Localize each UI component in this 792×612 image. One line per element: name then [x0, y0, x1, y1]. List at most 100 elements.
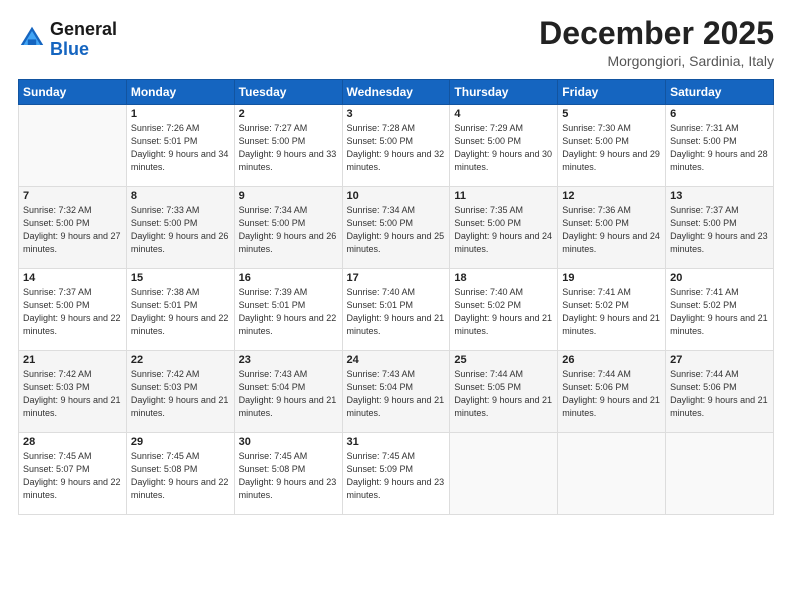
day-info: Sunrise: 7:45 AMSunset: 5:07 PMDaylight:… — [23, 450, 122, 502]
calendar-day-cell: 10 Sunrise: 7:34 AMSunset: 5:00 PMDayligh… — [342, 187, 450, 269]
calendar-day-cell: 17 Sunrise: 7:40 AMSunset: 5:01 PMDayligh… — [342, 269, 450, 351]
day-info: Sunrise: 7:27 AMSunset: 5:00 PMDaylight:… — [239, 122, 338, 174]
calendar-day-cell: 13 Sunrise: 7:37 AMSunset: 5:00 PMDayligh… — [666, 187, 774, 269]
calendar-day-cell — [666, 433, 774, 515]
day-info: Sunrise: 7:31 AMSunset: 5:00 PMDaylight:… — [670, 122, 769, 174]
calendar-day-cell: 22Sunrise: 7:42 AMSunset: 5:03 PMDayligh… — [126, 351, 234, 433]
day-info: Sunrise: 7:43 AMSunset: 5:04 PMDaylight:… — [347, 368, 446, 420]
calendar-day-cell: 9 Sunrise: 7:34 AMSunset: 5:00 PMDaylight… — [234, 187, 342, 269]
day-info: Sunrise: 7:30 AMSunset: 5:00 PMDaylight:… — [562, 122, 661, 174]
calendar-day-cell: 16 Sunrise: 7:39 AMSunset: 5:01 PMDayligh… — [234, 269, 342, 351]
day-info: Sunrise: 7:34 AMSunset: 5:00 PMDaylight:… — [347, 204, 446, 256]
page-container: General Blue December 2025 Morgongiori, … — [0, 0, 792, 612]
calendar-week-row: 7 Sunrise: 7:32 AMSunset: 5:00 PMDaylight… — [19, 187, 774, 269]
day-info: Sunrise: 7:40 AMSunset: 5:01 PMDaylight:… — [347, 286, 446, 338]
day-number: 8 — [131, 190, 230, 202]
logo-icon — [18, 24, 46, 52]
calendar-day-cell: 5 Sunrise: 7:30 AMSunset: 5:00 PMDaylight… — [558, 105, 666, 187]
calendar-day-cell: 15Sunrise: 7:38 AMSunset: 5:01 PMDayligh… — [126, 269, 234, 351]
day-number: 10 — [347, 190, 446, 202]
calendar-day-cell: 2 Sunrise: 7:27 AMSunset: 5:00 PMDaylight… — [234, 105, 342, 187]
day-info: Sunrise: 7:45 AMSunset: 5:08 PMDaylight:… — [131, 450, 230, 502]
title-block: December 2025 Morgongiori, Sardinia, Ita… — [539, 16, 774, 69]
day-number: 18 — [454, 272, 553, 284]
calendar-day-cell: 26Sunrise: 7:44 AMSunset: 5:06 PMDayligh… — [558, 351, 666, 433]
month-title: December 2025 — [539, 16, 774, 51]
logo: General Blue — [18, 20, 117, 60]
day-info: Sunrise: 7:29 AMSunset: 5:00 PMDaylight:… — [454, 122, 553, 174]
day-info: Sunrise: 7:32 AMSunset: 5:00 PMDaylight:… — [23, 204, 122, 256]
day-number: 19 — [562, 272, 661, 284]
day-info: Sunrise: 7:33 AMSunset: 5:00 PMDaylight:… — [131, 204, 230, 256]
day-number: 17 — [347, 272, 446, 284]
day-number: 29 — [131, 436, 230, 448]
day-info: Sunrise: 7:41 AMSunset: 5:02 PMDaylight:… — [670, 286, 769, 338]
day-number: 27 — [670, 354, 769, 366]
day-info: Sunrise: 7:44 AMSunset: 5:06 PMDaylight:… — [562, 368, 661, 420]
calendar-day-cell: 1Sunrise: 7:26 AMSunset: 5:01 PMDaylight… — [126, 105, 234, 187]
day-number: 2 — [239, 108, 338, 120]
calendar-day-cell: 3 Sunrise: 7:28 AMSunset: 5:00 PMDaylight… — [342, 105, 450, 187]
calendar-day-cell: 21Sunrise: 7:42 AMSunset: 5:03 PMDayligh… — [19, 351, 127, 433]
day-info: Sunrise: 7:44 AMSunset: 5:06 PMDaylight:… — [670, 368, 769, 420]
day-info: Sunrise: 7:34 AMSunset: 5:00 PMDaylight:… — [239, 204, 338, 256]
calendar-header-tuesday: Tuesday — [234, 80, 342, 105]
calendar-week-row: 1Sunrise: 7:26 AMSunset: 5:01 PMDaylight… — [19, 105, 774, 187]
day-number: 9 — [239, 190, 338, 202]
day-number: 6 — [670, 108, 769, 120]
day-info: Sunrise: 7:41 AMSunset: 5:02 PMDaylight:… — [562, 286, 661, 338]
day-number: 20 — [670, 272, 769, 284]
calendar-day-cell: 20 Sunrise: 7:41 AMSunset: 5:02 PMDayligh… — [666, 269, 774, 351]
day-info: Sunrise: 7:37 AMSunset: 5:00 PMDaylight:… — [23, 286, 122, 338]
day-number: 22 — [131, 354, 230, 366]
calendar-day-cell: 8 Sunrise: 7:33 AMSunset: 5:00 PMDaylight… — [126, 187, 234, 269]
calendar-header-monday: Monday — [126, 80, 234, 105]
day-info: Sunrise: 7:38 AMSunset: 5:01 PMDaylight:… — [131, 286, 230, 338]
day-number: 12 — [562, 190, 661, 202]
day-number: 16 — [239, 272, 338, 284]
header: General Blue December 2025 Morgongiori, … — [18, 16, 774, 69]
day-number: 3 — [347, 108, 446, 120]
day-number: 23 — [239, 354, 338, 366]
calendar-header-sunday: Sunday — [19, 80, 127, 105]
calendar-table: SundayMondayTuesdayWednesdayThursdayFrid… — [18, 79, 774, 515]
day-number: 31 — [347, 436, 446, 448]
day-number: 25 — [454, 354, 553, 366]
calendar-header-row: SundayMondayTuesdayWednesdayThursdayFrid… — [19, 80, 774, 105]
day-info: Sunrise: 7:45 AMSunset: 5:09 PMDaylight:… — [347, 450, 446, 502]
day-info: Sunrise: 7:35 AMSunset: 5:00 PMDaylight:… — [454, 204, 553, 256]
calendar-day-cell — [558, 433, 666, 515]
calendar-header-thursday: Thursday — [450, 80, 558, 105]
calendar-day-cell: 14 Sunrise: 7:37 AMSunset: 5:00 PMDayligh… — [19, 269, 127, 351]
calendar-day-cell: 30Sunrise: 7:45 AMSunset: 5:08 PMDayligh… — [234, 433, 342, 515]
day-info: Sunrise: 7:43 AMSunset: 5:04 PMDaylight:… — [239, 368, 338, 420]
day-number: 11 — [454, 190, 553, 202]
calendar-day-cell: 11 Sunrise: 7:35 AMSunset: 5:00 PMDayligh… — [450, 187, 558, 269]
calendar-week-row: 21Sunrise: 7:42 AMSunset: 5:03 PMDayligh… — [19, 351, 774, 433]
day-number: 30 — [239, 436, 338, 448]
calendar-day-cell: 6 Sunrise: 7:31 AMSunset: 5:00 PMDaylight… — [666, 105, 774, 187]
day-info: Sunrise: 7:39 AMSunset: 5:01 PMDaylight:… — [239, 286, 338, 338]
calendar-header-wednesday: Wednesday — [342, 80, 450, 105]
day-number: 14 — [23, 272, 122, 284]
day-number: 21 — [23, 354, 122, 366]
day-info: Sunrise: 7:37 AMSunset: 5:00 PMDaylight:… — [670, 204, 769, 256]
day-number: 13 — [670, 190, 769, 202]
calendar-day-cell: 24Sunrise: 7:43 AMSunset: 5:04 PMDayligh… — [342, 351, 450, 433]
calendar-day-cell: 12 Sunrise: 7:36 AMSunset: 5:00 PMDayligh… — [558, 187, 666, 269]
day-info: Sunrise: 7:44 AMSunset: 5:05 PMDaylight:… — [454, 368, 553, 420]
calendar-day-cell: 31 Sunrise: 7:45 AMSunset: 5:09 PMDayligh… — [342, 433, 450, 515]
day-info: Sunrise: 7:28 AMSunset: 5:00 PMDaylight:… — [347, 122, 446, 174]
calendar-day-cell: 7 Sunrise: 7:32 AMSunset: 5:00 PMDaylight… — [19, 187, 127, 269]
day-info: Sunrise: 7:36 AMSunset: 5:00 PMDaylight:… — [562, 204, 661, 256]
day-number: 7 — [23, 190, 122, 202]
day-info: Sunrise: 7:26 AMSunset: 5:01 PMDaylight:… — [131, 122, 230, 174]
calendar-day-cell: 18 Sunrise: 7:40 AMSunset: 5:02 PMDayligh… — [450, 269, 558, 351]
calendar-day-cell — [450, 433, 558, 515]
logo-blue-text: Blue — [50, 40, 117, 60]
calendar-day-cell: 4Sunrise: 7:29 AMSunset: 5:00 PMDaylight… — [450, 105, 558, 187]
day-info: Sunrise: 7:40 AMSunset: 5:02 PMDaylight:… — [454, 286, 553, 338]
calendar-day-cell: 25 Sunrise: 7:44 AMSunset: 5:05 PMDayligh… — [450, 351, 558, 433]
calendar-day-cell — [19, 105, 127, 187]
day-number: 5 — [562, 108, 661, 120]
